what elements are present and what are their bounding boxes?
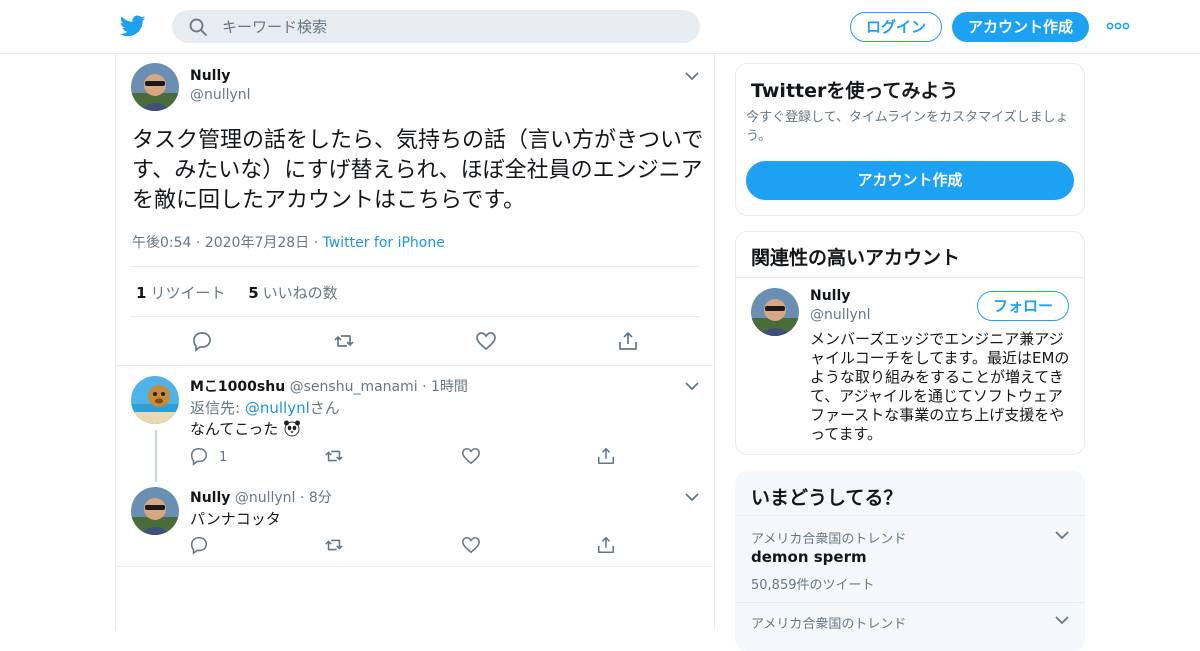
related-account-handle[interactable]: @nullynl <box>810 307 871 323</box>
trends-title: いまどうしてる？ <box>751 487 903 509</box>
follow-button[interactable]: フォロー <box>977 291 1069 321</box>
tweet-text: タスク管理の話をしたら、気持ちの話（言い方がきついです、みたいな）にすげ替えられ… <box>132 128 704 213</box>
reply-time[interactable]: 8分 <box>309 490 332 506</box>
search-icon <box>189 18 207 36</box>
related-card-title: 関連性の高いアカウント <box>751 247 961 269</box>
search-box[interactable] <box>172 10 700 43</box>
tweet-column: Nully @nullynl タスク管理の話をしたら、気持ちの話（言い方がきつい… <box>115 54 715 630</box>
trend-item[interactable]: アメリカ合衆国のトレンド demon sperm 50,859件のツイート <box>735 516 1085 602</box>
reply-author-name: Nully <box>190 490 231 506</box>
reply-author-name: Mこ1000shu <box>190 379 286 395</box>
signup-card: Twitterを使ってみよう 今すぐ登録して、タイムラインをカスタマイズしましょ… <box>735 63 1085 216</box>
likes-count: 5 <box>248 284 259 302</box>
reply-author-handle: @nullynl <box>234 490 296 506</box>
reply-icon[interactable] <box>189 535 209 555</box>
reply-text: なんてこった <box>190 418 301 439</box>
tweet-time[interactable]: 午後0:54 <box>132 235 191 251</box>
trends-panel: いまどうしてる？ アメリカ合衆国のトレンド demon sperm 50,859… <box>735 471 1085 651</box>
related-account-row[interactable]: Nully @nullynl フォロー メンバーズエッジでエンジニア兼アジャイル… <box>736 278 1084 454</box>
reply-icon[interactable] <box>191 330 213 352</box>
heart-icon[interactable] <box>461 446 481 466</box>
reply-to-line: 返信先: @nullynlさん <box>190 397 340 418</box>
twitter-bird-icon[interactable] <box>120 13 146 39</box>
likes-label: いいねの数 <box>262 284 338 302</box>
heart-icon[interactable] <box>461 535 481 555</box>
reply-text: パンナコッタ <box>190 510 281 528</box>
reply-author[interactable]: Mこ1000shu @senshu_manami · 1時間 <box>190 376 468 396</box>
reply-author[interactable]: Nully @nullynl · 8分 <box>190 487 332 507</box>
divider <box>130 316 700 317</box>
related-account-name[interactable]: Nully <box>810 288 850 304</box>
related-account-bio: メンバーズエッジでエンジニア兼アジャイルコーチをしてます。最近はEMのような取り… <box>810 330 1070 443</box>
share-icon[interactable] <box>617 330 639 352</box>
login-button[interactable]: ログイン <box>850 12 942 42</box>
meta-separator: · <box>313 235 319 251</box>
chevron-down-icon[interactable] <box>1055 530 1069 540</box>
reply-text-content: なんてこった <box>190 420 279 438</box>
trend-name: demon sperm <box>751 548 867 566</box>
panda-emoji-icon <box>283 420 300 437</box>
divider <box>116 365 714 366</box>
trend-item[interactable]: アメリカ合衆国のトレンド <box>735 603 1085 643</box>
meta-separator: · <box>299 490 305 506</box>
signup-card-title: Twitterを使ってみよう <box>751 80 959 102</box>
reply-time[interactable]: 1時間 <box>431 379 468 395</box>
retweets-label: リツイート <box>150 284 226 302</box>
tweet-meta: 午後0:54 · 2020年7月28日 · Twitter for iPhone <box>132 232 445 252</box>
retweet-icon[interactable] <box>324 446 344 466</box>
heart-icon[interactable] <box>475 330 497 352</box>
avatar[interactable] <box>131 376 179 424</box>
retweet-icon[interactable] <box>333 330 355 352</box>
likes-stat[interactable]: 5 いいねの数 <box>248 284 337 302</box>
reply-author-handle: @senshu_manami <box>289 379 418 395</box>
related-accounts-card: 関連性の高いアカウント Nully @nullynl フォロー メンバーズエッジ… <box>735 231 1085 455</box>
meta-separator: · <box>422 379 427 395</box>
signup-card-button[interactable]: アカウント作成 <box>746 161 1074 200</box>
chevron-down-icon[interactable] <box>685 492 699 502</box>
more-dots-icon[interactable] <box>1106 18 1130 34</box>
retweet-icon[interactable] <box>324 535 344 555</box>
reply-icon[interactable] <box>189 446 209 466</box>
retweets-count: 1 <box>136 284 147 302</box>
divider <box>130 266 700 267</box>
reply-to-suffix: さん <box>309 399 340 417</box>
author-name[interactable]: Nully <box>190 68 230 84</box>
share-icon[interactable] <box>596 446 616 466</box>
search-input[interactable] <box>222 10 682 43</box>
chevron-down-icon[interactable] <box>685 71 699 81</box>
avatar[interactable] <box>751 288 799 336</box>
trend-location: アメリカ合衆国のトレンド <box>751 532 907 547</box>
meta-separator: · <box>195 235 201 251</box>
signup-button[interactable]: アカウント作成 <box>952 12 1089 42</box>
chevron-down-icon[interactable] <box>685 381 699 391</box>
chevron-down-icon[interactable] <box>1055 615 1069 625</box>
reply-to-handle[interactable]: @nullynl <box>245 399 310 417</box>
avatar[interactable] <box>131 487 179 535</box>
trend-count: 50,859件のツイート <box>751 578 875 593</box>
top-navigation-bar: ログイン アカウント作成 <box>0 0 1200 54</box>
reply-to-label: 返信先: <box>190 399 241 417</box>
thread-line <box>155 430 157 482</box>
avatar[interactable] <box>131 63 179 111</box>
tweet-stats: 1 リツイート 5 いいねの数 <box>136 282 338 303</box>
author-handle[interactable]: @nullynl <box>190 87 251 103</box>
tweet-date[interactable]: 2020年7月28日 <box>205 235 309 251</box>
reply-count: 1 <box>219 450 228 465</box>
trend-location: アメリカ合衆国のトレンド <box>751 617 907 632</box>
share-icon[interactable] <box>596 535 616 555</box>
retweets-stat[interactable]: 1 リツイート <box>136 284 225 302</box>
tweet-source-link[interactable]: Twitter for iPhone <box>323 235 445 251</box>
signup-card-subtitle: 今すぐ登録して、タイムラインをカスタマイズしましょう。 <box>746 110 1069 144</box>
divider <box>116 566 714 567</box>
